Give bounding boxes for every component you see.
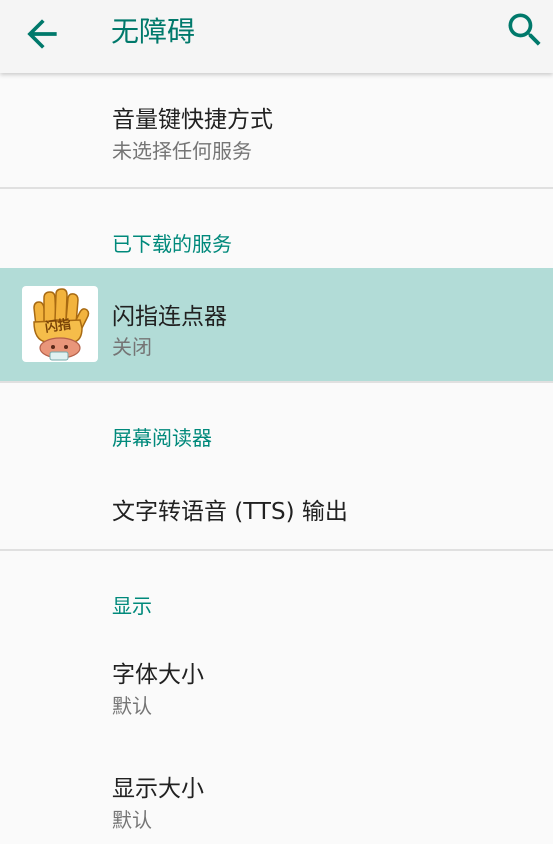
font-size-summary: 默认 — [112, 694, 152, 718]
category-display: 显示 — [112, 594, 152, 618]
settings-list: 音量键快捷方式 未选择任何服务 已下载的服务 闪指 闪指连点器 关闭 屏幕阅读器… — [0, 73, 553, 844]
display-size-summary: 默认 — [112, 808, 152, 832]
font-size-title: 字体大小 — [112, 662, 204, 688]
flash-clicker-title: 闪指连点器 — [112, 304, 227, 330]
tts-output-item[interactable]: 文字转语音 (TTS) 输出 — [0, 468, 553, 548]
flash-clicker-item[interactable]: 闪指 闪指连点器 关闭 — [0, 268, 553, 382]
category-downloaded-services: 已下载的服务 — [112, 232, 232, 256]
page-title: 无障碍 — [111, 15, 196, 48]
volume-shortcut-item[interactable]: 音量键快捷方式 未选择任何服务 — [0, 73, 553, 187]
app-bar: 无障碍 — [0, 0, 553, 73]
font-size-item[interactable]: 字体大小 默认 — [0, 630, 553, 730]
glove-app-icon: 闪指 — [22, 286, 98, 362]
volume-shortcut-summary: 未选择任何服务 — [112, 139, 252, 163]
volume-shortcut-title: 音量键快捷方式 — [112, 107, 273, 133]
category-screen-reader: 屏幕阅读器 — [112, 426, 212, 450]
search-icon[interactable] — [503, 8, 547, 52]
display-size-title: 显示大小 — [112, 776, 204, 802]
divider — [0, 381, 553, 383]
divider — [0, 549, 553, 551]
arrow-left-icon[interactable] — [20, 12, 64, 56]
display-size-item[interactable]: 显示大小 默认 — [0, 744, 553, 844]
divider — [0, 187, 553, 189]
tts-output-title: 文字转语音 (TTS) 输出 — [112, 499, 348, 525]
flash-clicker-summary: 关闭 — [112, 335, 152, 359]
